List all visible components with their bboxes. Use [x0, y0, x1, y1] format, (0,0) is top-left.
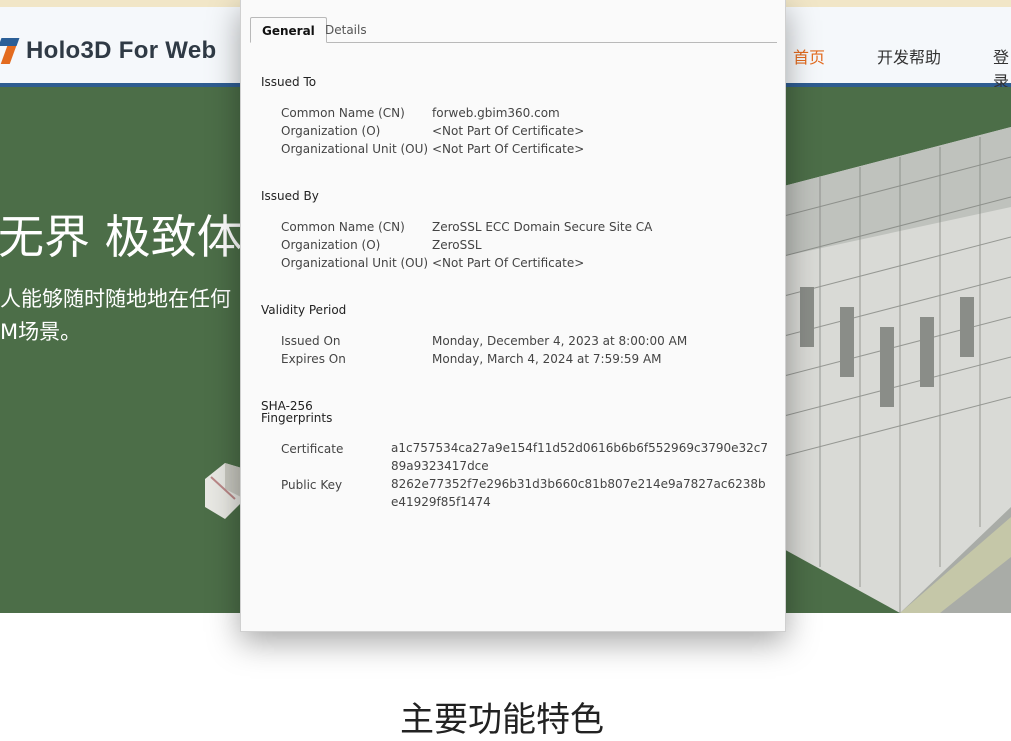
fingerprints-heading-line2: Fingerprints: [261, 411, 333, 425]
building-illustration: [780, 87, 1011, 613]
issued-by-cn-label: Common Name (CN): [281, 220, 405, 234]
section-title: 主要功能特色: [400, 700, 604, 740]
issued-by-org-label: Organization (O): [281, 238, 381, 252]
hero-subtitle-line2: M场景。: [0, 320, 82, 344]
issued-by-org-value: ZeroSSL: [432, 238, 482, 252]
issued-to-org-value: <Not Part Of Certificate>: [432, 124, 585, 138]
public-key-fingerprint-label: Public Key: [281, 478, 343, 492]
expires-on-value: Monday, March 4, 2024 at 7:59:59 AM: [432, 352, 662, 366]
hero-subtitle-line1: 人能够随时随地地在任何: [0, 287, 231, 311]
site-logo[interactable]: Holo3D For Web: [0, 31, 216, 71]
certificate-dialog: General Details Issued To Common Name (C…: [240, 0, 786, 632]
issued-on-label: Issued On: [281, 334, 341, 348]
nav-login[interactable]: 登录: [993, 44, 1011, 92]
validity-heading: Validity Period: [261, 303, 347, 317]
certificate-fingerprint-value: a1c757534ca27a9e154f11d52d0616b6b6f55296…: [391, 441, 768, 473]
issued-by-ou-value: <Not Part Of Certificate>: [432, 256, 585, 270]
issued-to-ou-label: Organizational Unit (OU): [281, 142, 429, 156]
nav-home[interactable]: 首页: [793, 44, 825, 68]
certificate-fingerprint-label: Certificate: [281, 442, 344, 456]
issued-by-heading: Issued By: [261, 189, 319, 203]
issued-to-ou-value: <Not Part Of Certificate>: [432, 142, 585, 156]
nav-dev-help[interactable]: 开发帮助: [877, 44, 941, 68]
logo-icon: [0, 36, 20, 66]
tab-details[interactable]: Details: [314, 17, 378, 41]
issued-to-cn-label: Common Name (CN): [281, 106, 405, 120]
issued-to-org-label: Organization (O): [281, 124, 381, 138]
issued-by-ou-label: Organizational Unit (OU): [281, 256, 429, 270]
logo-text: Holo3D For Web: [26, 37, 217, 64]
expires-on-label: Expires On: [281, 352, 346, 366]
issued-on-value: Monday, December 4, 2023 at 8:00:00 AM: [432, 334, 688, 348]
public-key-fingerprint-value: 8262e77352f7e296b31d3b660c81b807e214e9a7…: [391, 477, 766, 509]
issued-to-cn-value: forweb.gbim360.com: [432, 106, 560, 120]
tab-bar: General Details: [250, 17, 777, 43]
issued-to-heading: Issued To: [261, 75, 317, 89]
issued-by-cn-value: ZeroSSL ECC Domain Secure Site CA: [432, 220, 653, 234]
